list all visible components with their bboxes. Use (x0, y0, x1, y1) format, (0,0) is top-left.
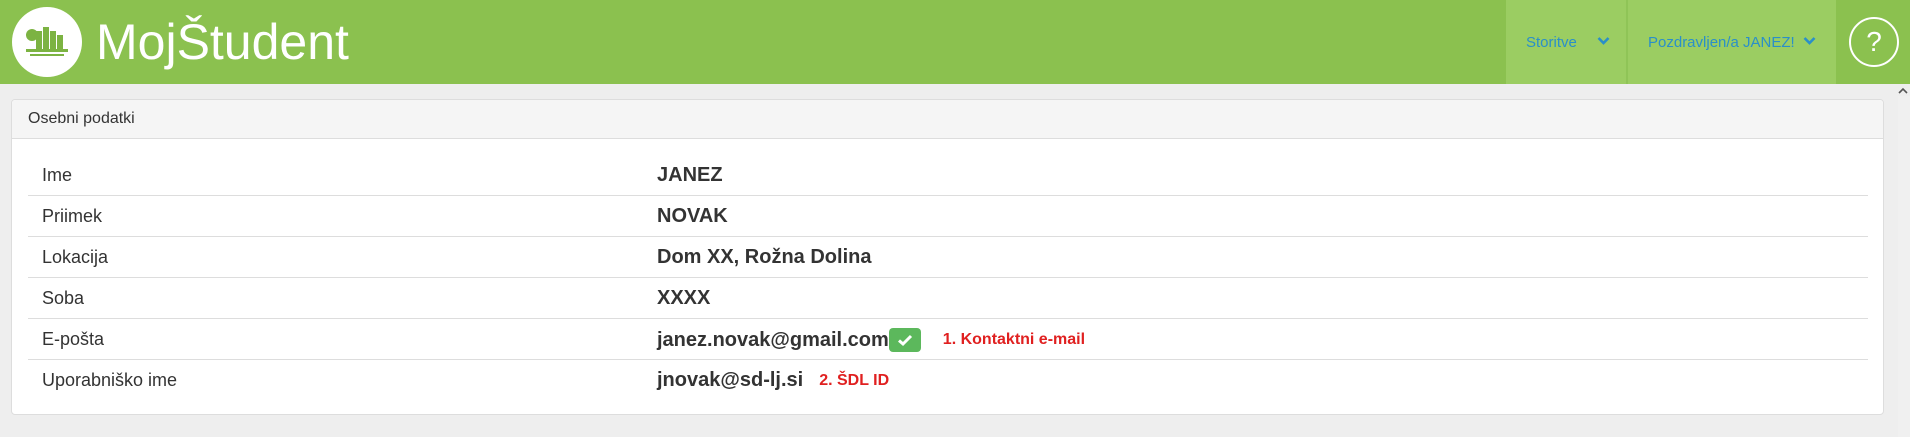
brand-title[interactable]: MojŠtudent (96, 14, 349, 70)
row-value: NOVAK (657, 205, 728, 227)
row-value: XXXX (657, 287, 711, 309)
table-row: Priimek NOVAK (28, 196, 1868, 237)
row-label: E-pošta (42, 329, 105, 349)
row-label: Priimek (42, 206, 103, 226)
email-value: janez.novak@gmail.com (657, 328, 889, 351)
top-navbar: MojŠtudent Storitve Pozdravljen/a JANEZ!… (0, 0, 1910, 84)
table-row: Soba XXXX (28, 278, 1868, 319)
row-label: Uporabniško ime (42, 370, 178, 390)
row-value: JANEZ (657, 164, 723, 186)
verified-badge (888, 328, 921, 352)
logo[interactable] (12, 7, 82, 77)
menu-storitve-label: Storitve (1526, 33, 1577, 51)
chevron-down-icon (1597, 37, 1610, 45)
table-row: Ime JANEZ (28, 155, 1868, 196)
table-row: E-pošta janez.novak@gmail.com 1. Kontakt… (28, 319, 1868, 360)
menu-user-label: Pozdravljen/a JANEZ! (1648, 33, 1795, 51)
table-row: Lokacija Dom XX, Rožna Dolina (28, 237, 1868, 278)
personal-data-table: Ime JANEZ Priimek NOVAK Lokacija Dom XX,… (28, 155, 1868, 401)
scrollbar[interactable] (1898, 96, 1910, 437)
table-row: Uporabniško ime jnovak@sd-lj.si 2. ŠDL I… (28, 360, 1868, 401)
help-icon[interactable]: ? (1849, 17, 1899, 67)
annotation-sdl-id: 2. ŠDL ID (819, 371, 890, 389)
menu-user[interactable]: Pozdravljen/a JANEZ! (1628, 0, 1836, 84)
row-value: jnovak@sd-lj.si 2. ŠDL ID (657, 369, 889, 392)
row-label: Lokacija (42, 247, 109, 267)
scroll-up-arrow-icon[interactable] (1898, 86, 1908, 96)
check-icon (897, 334, 912, 347)
row-value: Dom XX, Rožna Dolina (657, 246, 872, 268)
menu-storitve[interactable]: Storitve (1506, 0, 1626, 84)
row-label: Soba (42, 288, 85, 308)
username-value: jnovak@sd-lj.si (657, 369, 804, 391)
annotation-contact-email: 1. Kontaktni e-mail (942, 331, 1086, 348)
row-value: janez.novak@gmail.com 1. Kontaktni e-mai… (657, 328, 1085, 352)
chevron-down-icon (1803, 37, 1816, 45)
panel-title: Osebni podatki (12, 100, 1883, 139)
personal-data-panel: Osebni podatki Ime JANEZ Priimek NOVAK L… (11, 99, 1884, 415)
row-label: Ime (42, 165, 73, 185)
